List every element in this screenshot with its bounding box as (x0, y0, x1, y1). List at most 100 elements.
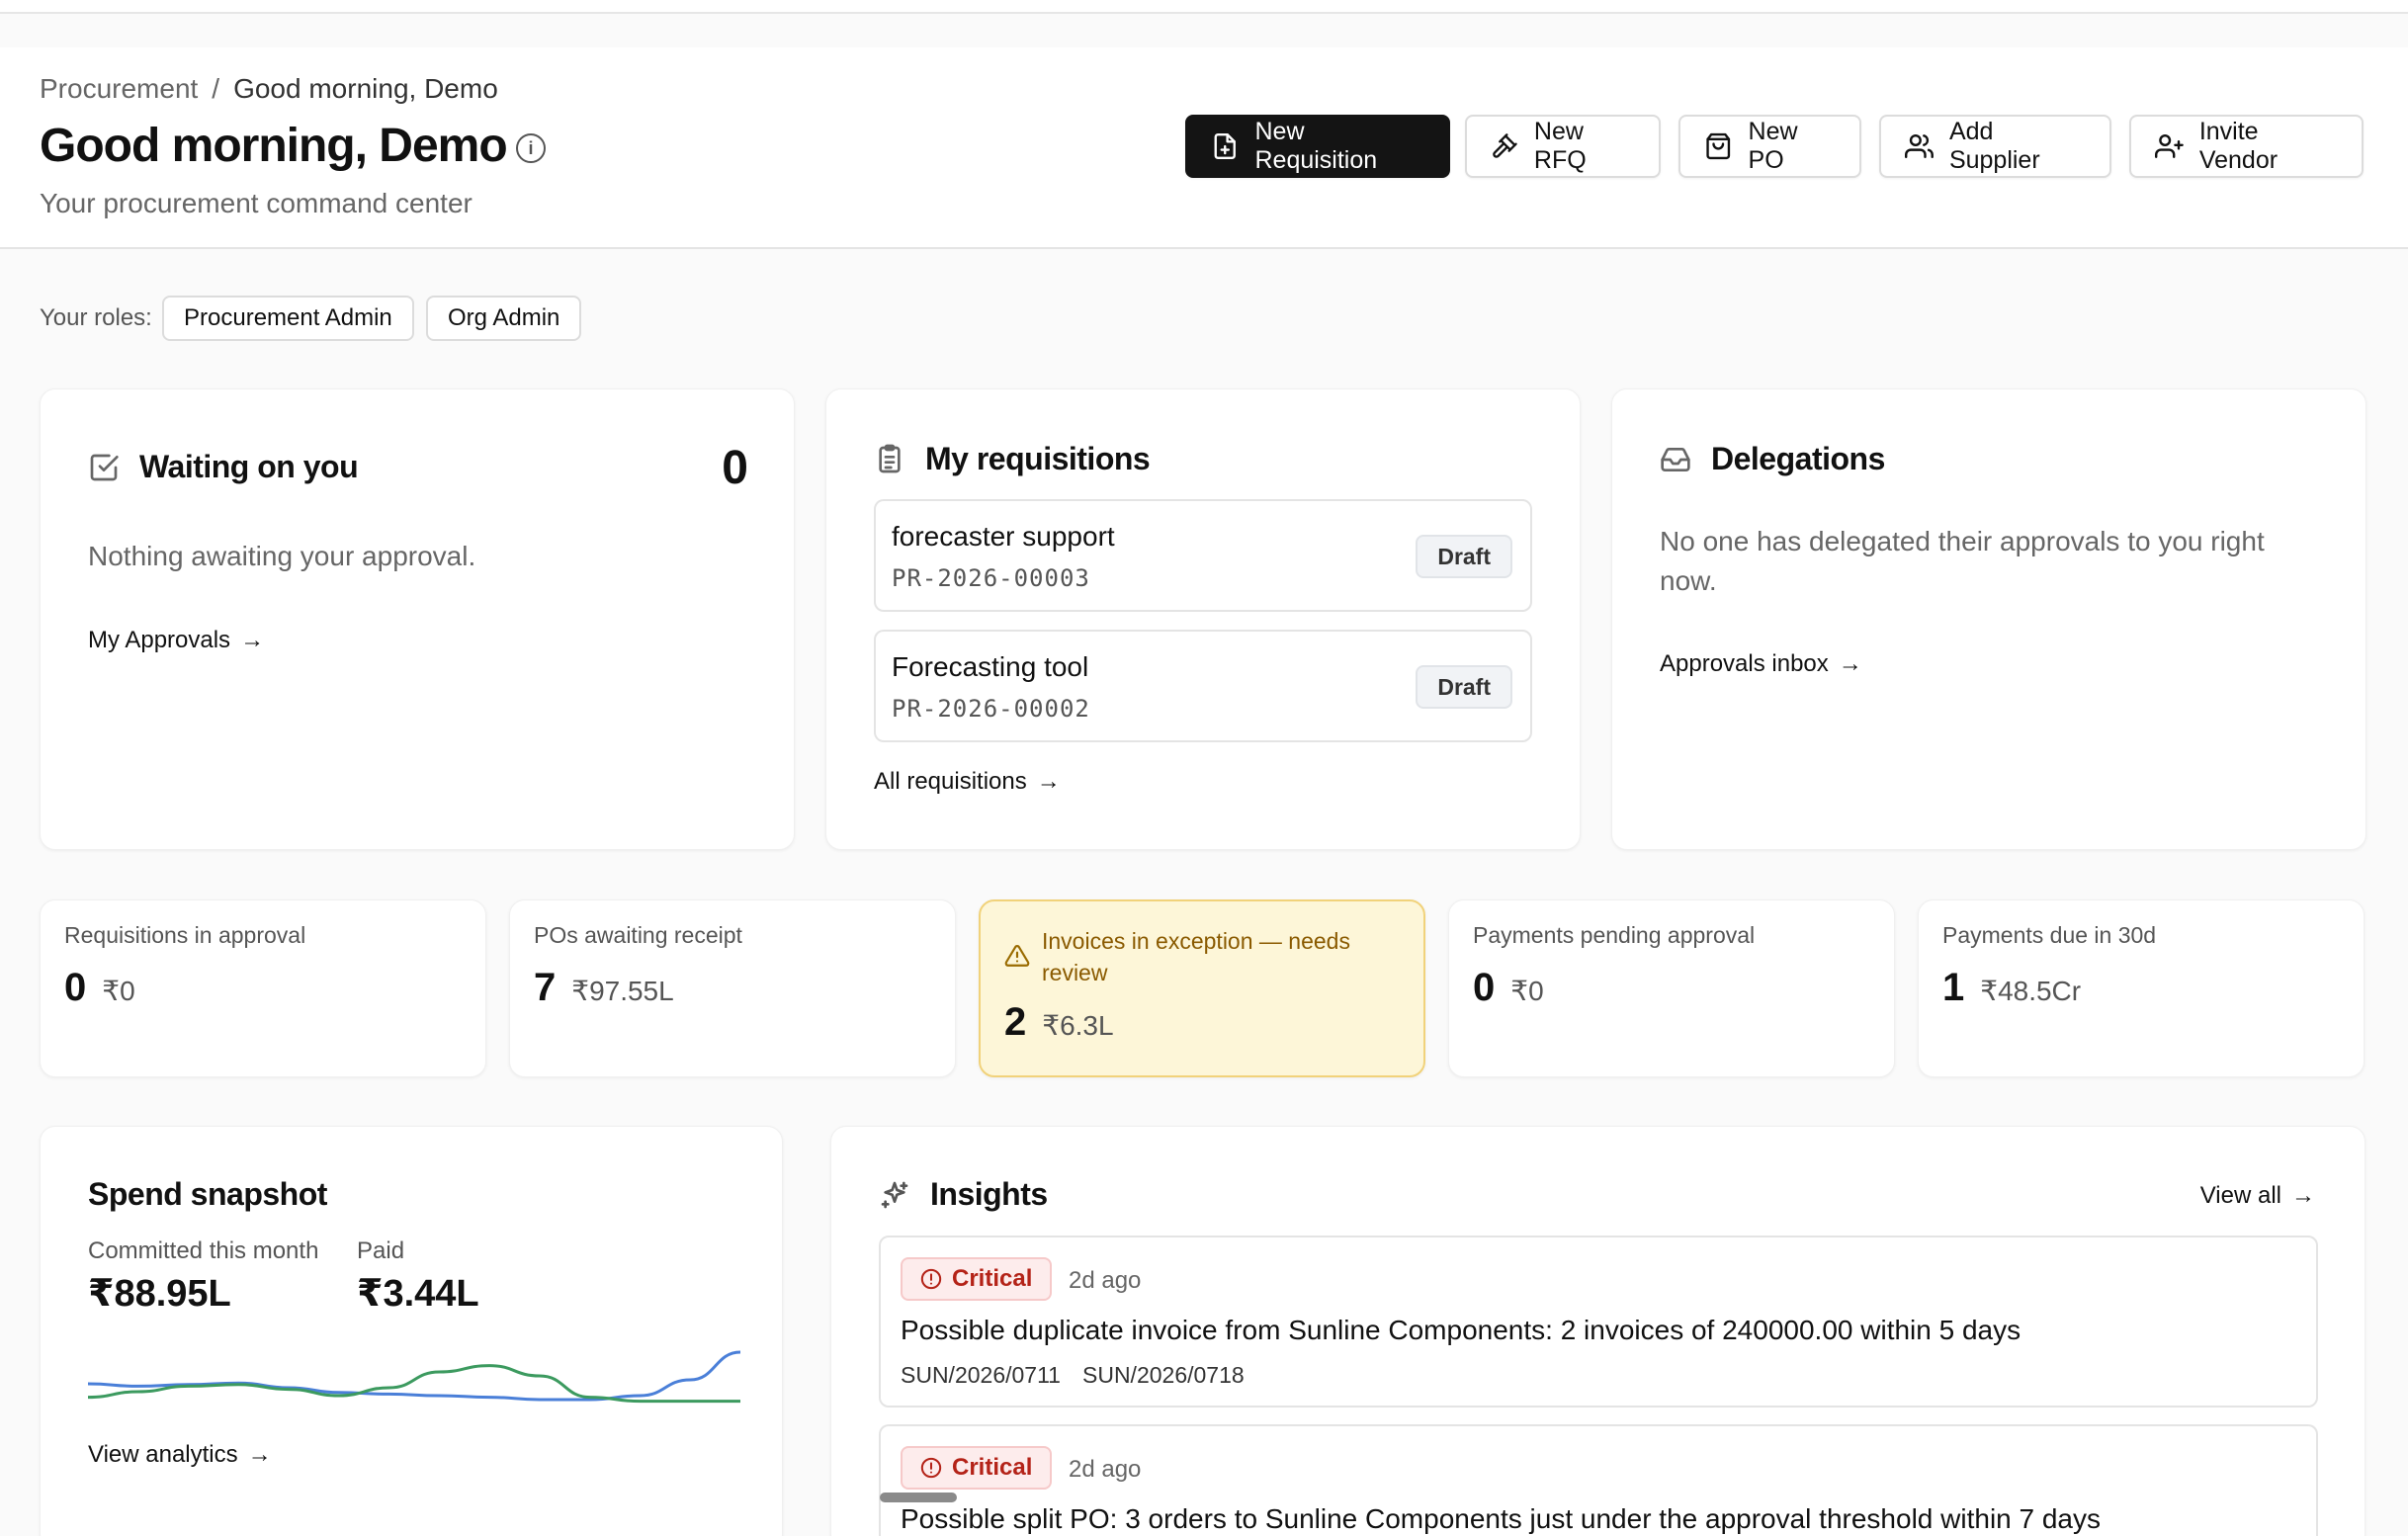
kpi-value: 1 ₹48.5Cr (1942, 966, 2081, 1010)
add-supplier-button[interactable]: Add Supplier (1879, 115, 2111, 178)
requisitions-title-label: My requisitions (925, 441, 1151, 476)
alert-triangle-icon (1004, 943, 1030, 974)
waiting-title-label: Waiting on you (139, 449, 359, 484)
my-approvals-label: My Approvals (88, 627, 231, 653)
page-title: Good morning, Demo (40, 120, 508, 172)
requisition-id: PR-2026-00002 (892, 695, 1090, 723)
view-all-link[interactable]: View all → (2200, 1182, 2315, 1210)
severity-label: Critical (952, 1454, 1033, 1481)
page-subtitle: Your procurement command center (40, 188, 473, 218)
add-supplier-label: Add Supplier (1948, 118, 2040, 174)
new-requisition-label: New Requisition (1254, 118, 1378, 174)
committed-label: Committed this month (88, 1237, 319, 1264)
requisitions-card: My requisitions forecaster support PR-20… (825, 388, 1581, 850)
invite-vendor-button[interactable]: Invite Vendor (2129, 115, 2364, 178)
severity-badge: Critical (901, 1446, 1053, 1490)
new-po-label: New PO (1748, 118, 1798, 174)
new-requisition-button[interactable]: New Requisition (1185, 115, 1450, 178)
severity-label: Critical (952, 1265, 1033, 1292)
view-analytics-label: View analytics (88, 1441, 238, 1468)
check-square-icon (90, 454, 119, 480)
insight-ref[interactable]: SUN/2026/0711 (901, 1362, 1061, 1389)
kpi-amount: ₹0 (102, 976, 135, 1006)
insight-text: Possible duplicate invoice from Sunline … (901, 1315, 2021, 1345)
kpi-amount: ₹0 (1510, 976, 1544, 1006)
delegations-empty-text: No one has delegated their approvals to … (1660, 526, 2265, 596)
all-requisitions-link[interactable]: All requisitions → (874, 768, 1061, 796)
kpi-amount: ₹97.55L (571, 976, 674, 1006)
breadcrumb-root[interactable]: Procurement (40, 73, 198, 105)
kpi-label: Payments due in 30d (1942, 922, 2157, 948)
delegations-card: Delegations No one has delegated their a… (1611, 388, 2366, 850)
kpi-value: 0 ₹0 (1473, 966, 1544, 1010)
new-rfq-button[interactable]: New RFQ (1465, 115, 1661, 178)
requisitions-title: My requisitions (874, 441, 1151, 477)
alert-circle-icon (920, 1457, 942, 1479)
new-rfq-label: New RFQ (1533, 118, 1587, 174)
arrow-right-icon: → (240, 627, 265, 653)
kpi-label: Requisitions in approval (64, 922, 306, 948)
severity-badge: Critical (901, 1257, 1053, 1301)
spend-sparkline (88, 1350, 740, 1404)
view-all-label: View all (2199, 1182, 2281, 1209)
insight-ref[interactable]: SUN/2026/0718 (1082, 1362, 1245, 1389)
requisition-item[interactable]: forecaster support PR-2026-00003 Draft (874, 499, 1532, 612)
status-badge: Draft (1416, 665, 1512, 709)
shopping-bag-icon (1706, 132, 1731, 160)
top-bar (0, 0, 2408, 14)
role-chip: Procurement Admin (162, 296, 414, 341)
view-analytics-link[interactable]: View analytics → (88, 1441, 272, 1469)
insight-item[interactable]: Critical 2d ago Possible duplicate invoi… (879, 1236, 2318, 1408)
arrow-right-icon: → (2291, 1182, 2315, 1209)
kpi-count: 0 (64, 966, 87, 1009)
insights-title: Insights (879, 1176, 1048, 1213)
delegations-title: Delegations (1660, 441, 1885, 477)
kpi-count: 7 (534, 966, 557, 1009)
insights-card: Insights View all → Critical 2d ago Poss… (830, 1126, 2365, 1536)
kpi-card[interactable]: POs awaiting receipt 7 ₹97.55L (509, 899, 956, 1077)
new-po-button[interactable]: New PO (1678, 115, 1861, 178)
arrow-right-icon: → (1036, 768, 1061, 795)
kpi-value: 0 ₹0 (64, 966, 135, 1010)
insight-text: Possible split PO: 3 orders to Sunline C… (901, 1503, 2102, 1534)
approvals-inbox-link[interactable]: Approvals inbox → (1660, 650, 1862, 678)
status-badge: Draft (1416, 535, 1512, 578)
users-icon (1905, 133, 1934, 159)
insight-age: 2d ago (1069, 1456, 1142, 1483)
kpi-label: POs awaiting receipt (534, 922, 742, 948)
breadcrumb-separator: / (212, 73, 220, 104)
my-approvals-link[interactable]: My Approvals → (88, 627, 264, 654)
kpi-count: 2 (1004, 1000, 1027, 1044)
requisition-id: PR-2026-00003 (892, 564, 1090, 592)
insights-title-label: Insights (930, 1176, 1048, 1212)
waiting-empty-text: Nothing awaiting your approval. (88, 541, 476, 571)
delegations-title-label: Delegations (1711, 441, 1885, 476)
requisition-title: Forecasting tool (892, 651, 1089, 682)
inbox-icon (1661, 447, 1690, 471)
approvals-inbox-label: Approvals inbox (1660, 650, 1829, 677)
sparkline-series-0 (88, 1350, 740, 1402)
arrow-right-icon: → (1838, 650, 1862, 677)
insight-item[interactable]: Critical 2d ago Possible split PO: 3 ord… (879, 1424, 2318, 1536)
kpi-card[interactable]: Payments pending approval 0 ₹0 (1448, 899, 1895, 1077)
committed-value: ₹88.95L (88, 1273, 231, 1315)
clipboard-list-icon (879, 444, 901, 472)
kpi-value: 2 ₹6.3L (1004, 1000, 1114, 1045)
paid-value: ₹3.44L (357, 1273, 479, 1315)
kpi-count: 1 (1942, 966, 1965, 1009)
kpi-label: Payments pending approval (1473, 922, 1756, 948)
user-plus-icon (2155, 133, 2184, 159)
info-icon[interactable]: i (516, 133, 546, 163)
spend-title: Spend snapshot (88, 1176, 327, 1212)
invite-vendor-label: Invite Vendor (2198, 118, 2279, 174)
waiting-count: 0 (722, 442, 748, 494)
horizontal-scrollbar[interactable] (880, 1493, 957, 1502)
kpi-card[interactable]: Requisitions in approval 0 ₹0 (40, 899, 486, 1077)
kpi-card[interactable]: Payments due in 30d 1 ₹48.5Cr (1918, 899, 2365, 1077)
waiting-card: Waiting on you 0 Nothing awaiting your a… (40, 388, 795, 850)
role-chip: Org Admin (426, 296, 582, 341)
kpi-card-warning[interactable]: Invoices in exception — needs review 2 ₹… (979, 899, 1425, 1077)
kpi-value: 7 ₹97.55L (534, 966, 674, 1010)
breadcrumb-current: Good morning, Demo (233, 73, 498, 104)
requisition-item[interactable]: Forecasting tool PR-2026-00002 Draft (874, 630, 1532, 742)
